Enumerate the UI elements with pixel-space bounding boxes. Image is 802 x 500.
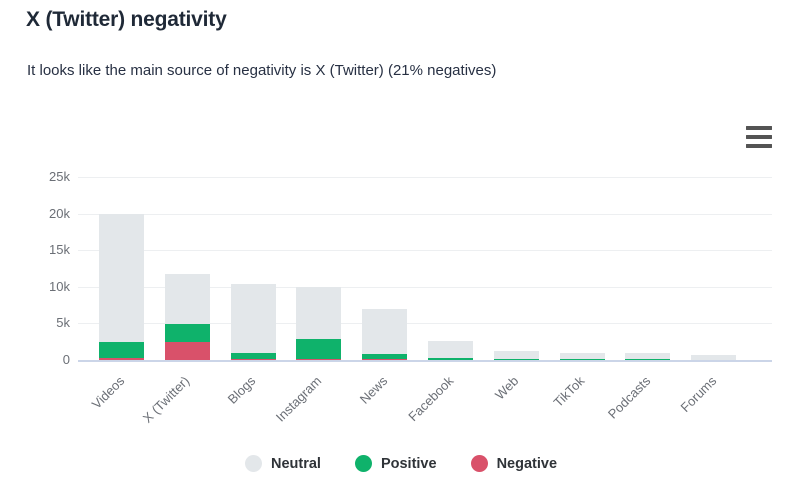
bar-group[interactable] <box>625 177 671 360</box>
y-tick-label: 5k <box>56 315 70 330</box>
bar-group[interactable] <box>428 177 473 360</box>
legend-item-neutral[interactable]: Neutral <box>244 455 321 472</box>
bar-group[interactable] <box>493 177 539 360</box>
bar-segment-neutral[interactable] <box>230 283 276 353</box>
y-tick-label: 15k <box>49 242 70 257</box>
menu-bar-3 <box>746 144 772 148</box>
chart-card: X (Twitter) negativity It looks like the… <box>0 0 802 500</box>
bar-group[interactable] <box>99 177 144 360</box>
menu-bar-1 <box>746 126 772 130</box>
legend-item-positive[interactable]: Positive <box>354 455 437 472</box>
bar-segment-negative[interactable] <box>99 358 144 360</box>
bar-group[interactable] <box>691 177 737 360</box>
y-tick-label: 0 <box>62 352 70 367</box>
legend-swatch-positive-icon <box>354 455 372 472</box>
x-axis-line <box>78 360 772 362</box>
y-tick-label: 20k <box>49 206 70 221</box>
bar-segment-positive[interactable] <box>164 324 210 343</box>
y-tick-label: 10k <box>49 279 70 294</box>
bar-group[interactable] <box>296 177 342 360</box>
bar-group[interactable] <box>164 177 210 360</box>
bar-segment-positive[interactable] <box>428 357 473 360</box>
legend-swatch-negative-icon <box>470 455 488 472</box>
legend-item-negative[interactable]: Negative <box>470 455 558 472</box>
y-tick-label: 25k <box>49 169 70 184</box>
bar-segment-neutral[interactable] <box>164 274 210 325</box>
legend-label: Negative <box>496 455 558 472</box>
legend-label: Neutral <box>270 455 321 472</box>
bar-segment-neutral[interactable] <box>493 351 539 360</box>
hamburger-menu-icon[interactable] <box>746 126 772 148</box>
bar-segment-positive[interactable] <box>362 354 408 360</box>
legend-swatch-neutral-icon <box>244 455 262 472</box>
bar-segment-neutral[interactable] <box>99 214 144 342</box>
bar-segment-neutral[interactable] <box>559 352 605 360</box>
bar-group[interactable] <box>230 177 276 360</box>
bar-group[interactable] <box>362 177 408 360</box>
bar-segment-positive[interactable] <box>230 352 276 359</box>
bar-segment-neutral[interactable] <box>691 354 737 360</box>
chart-legend: Neutral Positive Negative <box>0 455 802 472</box>
bar-group[interactable] <box>559 177 605 360</box>
bar-segment-neutral[interactable] <box>428 340 473 358</box>
bar-segment-negative[interactable] <box>164 342 210 360</box>
menu-bar-2 <box>746 135 772 139</box>
bar-segment-positive[interactable] <box>296 339 342 359</box>
bar-segment-positive[interactable] <box>99 341 144 359</box>
bar-segment-neutral[interactable] <box>296 286 342 340</box>
chart-subtitle: It looks like the main source of negativ… <box>27 62 497 79</box>
y-axis: 0 5k 10k 15k 20k 25k <box>14 0 91 500</box>
bar-segment-neutral[interactable] <box>362 308 408 355</box>
legend-label: Positive <box>380 455 437 472</box>
bar-segment-neutral[interactable] <box>625 352 671 360</box>
